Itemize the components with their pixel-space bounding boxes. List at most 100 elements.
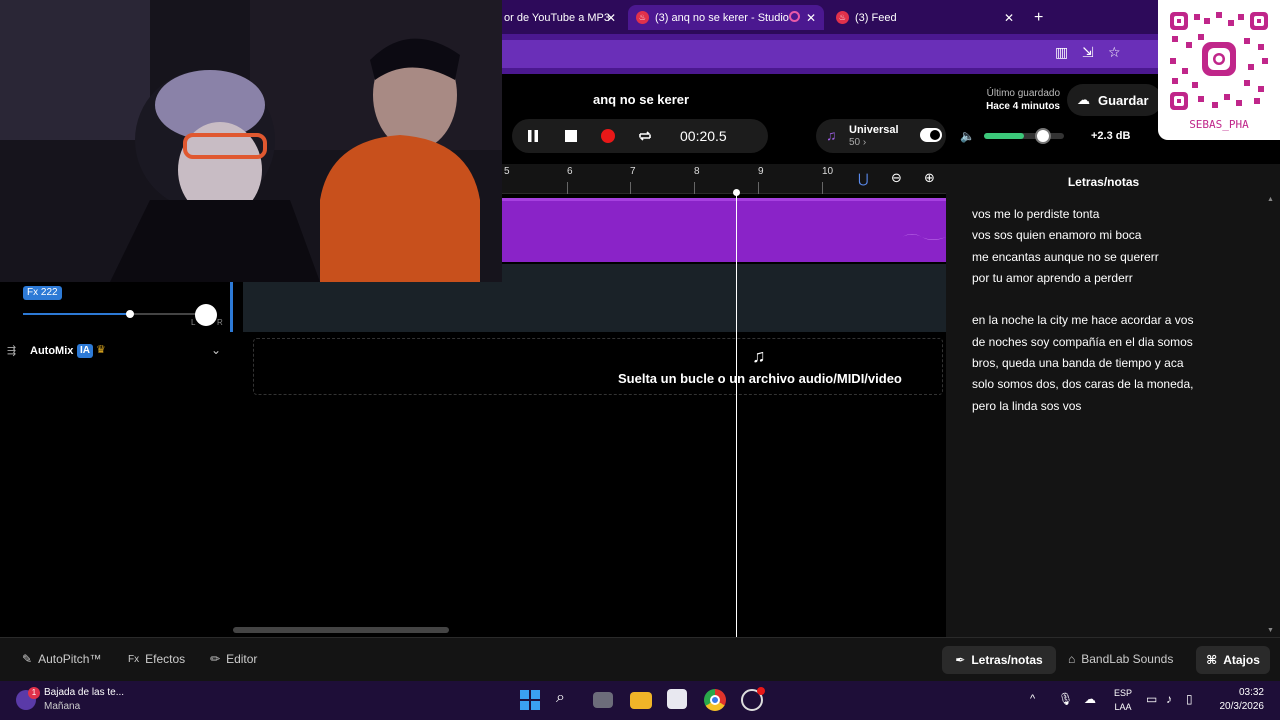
horizontal-scrollbar[interactable] [233,627,449,633]
tab-label: or de YouTube a MP3 [504,11,611,24]
effects-label: Efectos [145,652,186,666]
bookmark-star-icon[interactable]: ☆ [1108,44,1121,61]
install-app-icon[interactable]: ⇲ [1082,44,1094,61]
ruler-line [567,182,568,194]
windows-start-icon[interactable] [519,689,541,711]
recording-indicator-icon [789,11,800,22]
ruler-tick: 7 [630,166,636,177]
bandlab-sounds-button[interactable]: ⌂ BandLab Sounds [1068,652,1173,666]
lyrics-notes-label: Letras/notas [971,653,1043,667]
sliders-icon: ⇶ [7,345,17,357]
last-saved-label: Último guardado [986,88,1060,99]
weather-title: Bajada de las te... [44,687,125,698]
editor-button[interactable]: ✏ Editor [210,652,257,666]
tab-youtube-mp3[interactable]: or de YouTube a MP3 ✕ [496,5,624,30]
loop-button[interactable] [636,127,654,145]
weather-icon: 1 [16,687,40,710]
playhead[interactable] [736,192,737,637]
task-view-icon[interactable] [593,692,613,708]
autopitch-icon: ✎ [22,652,33,666]
track-volume-handle[interactable] [126,310,134,318]
url-field[interactable] [502,40,1262,68]
close-tab-icon[interactable]: ✕ [606,11,616,25]
shortcuts-button[interactable]: ⌘ Atajos [1196,646,1270,674]
lyric-line: vos me lo perdiste tonta [972,207,1100,221]
chrome-icon[interactable] [704,689,726,711]
pause-button[interactable] [524,127,542,145]
lyrics-editor[interactable]: vos me lo perdiste tonta vos sos quien e… [972,204,1242,417]
ruler-tick: 8 [694,166,700,177]
webcam-feed [0,0,502,282]
audio-clip[interactable] [502,198,946,262]
volume-icon[interactable]: ♪ [1166,692,1172,706]
tab-feed[interactable]: ♨ (3) Feed ✕ [828,5,1022,30]
reader-mode-icon[interactable]: ▥ [1055,44,1068,61]
clock[interactable]: 03:32 20/3/2026 [1220,686,1265,714]
universal-tempo-button[interactable]: ♫ Universal 50 › [816,119,946,153]
track-volume-slider[interactable] [130,313,200,315]
ruler-line [758,182,759,194]
stop-button[interactable] [562,127,580,145]
tab-studio[interactable]: ♨ (3) anq no se kerer - Studio ✕ [628,5,824,30]
snap-magnet-icon[interactable]: ⋃ [858,171,869,187]
zoom-out-icon[interactable]: ⊖ [891,170,902,186]
scroll-up-icon[interactable]: ▲ [1267,196,1274,203]
editor-label: Editor [226,652,258,666]
add-music-icon: ♫ [752,346,766,366]
record-button[interactable] [599,127,617,145]
language-indicator[interactable]: ESP LAA [1114,686,1132,714]
scroll-down-icon[interactable]: ▼ [1267,627,1274,634]
close-tab-icon[interactable]: ✕ [806,11,816,25]
save-button[interactable]: ☁ Guardar [1067,84,1162,116]
autopitch-button[interactable]: ✎ AutoPitch™ [22,652,101,666]
battery-icon[interactable]: ▯ [1186,692,1193,706]
lyrics-scrollbar[interactable]: ▲ ▼ [1266,196,1274,634]
effects-button[interactable]: Fx Efectos [128,652,185,666]
chevron-up-icon[interactable]: ^ [1030,693,1035,705]
crown-icon: ♛ [96,344,106,356]
network-icon[interactable]: ▭ [1146,692,1157,706]
universal-toggle[interactable] [920,128,942,142]
fx-badge[interactable]: Fx 222 [23,286,62,300]
ruler-tick: 10 [822,166,834,177]
pan-knob[interactable] [195,304,217,326]
search-icon[interactable]: ⌕ [556,689,578,711]
new-tab-button[interactable]: + [1026,5,1050,30]
clock-date: 20/3/2026 [1219,701,1265,712]
zoom-in-icon[interactable]: ⊕ [924,170,935,186]
universal-label: Universal [849,124,899,136]
volume-knob[interactable] [1035,128,1051,144]
loop-icon [639,131,651,141]
track-selected-indicator [230,282,233,332]
fx-icon: Fx [128,653,140,665]
app-icon[interactable] [741,687,765,711]
project-title[interactable]: anq no se kerer [593,92,689,107]
automix-row[interactable]: ⇶ AutoMix IA ♛ ⌄ [0,340,233,364]
clock-time: 03:32 [1238,687,1264,698]
lyric-line: de noches soy compañía en el dia somos [972,334,1193,349]
track-volume-fill [23,313,130,315]
playhead-handle[interactable] [733,189,740,196]
drop-zone-text: Suelta un bucle o un archivo audio/MIDI/… [618,371,902,386]
microphone-icon[interactable]: 🎙 [1058,692,1073,706]
store-icon[interactable] [667,689,687,709]
onedrive-icon[interactable]: ☁ [1084,692,1096,706]
autopitch-label: AutoPitch™ [38,652,102,666]
pencil-icon: ✏ [210,652,221,666]
lyrics-title: Letras/notas [1067,175,1140,189]
qr-caption: SEBAS_PHA [1189,118,1249,131]
qr-code [1170,12,1268,110]
ruler-tick: 5 [504,166,510,177]
file-explorer-icon[interactable] [630,692,652,709]
webcam-overlay [0,0,502,282]
lyrics-notes-button[interactable]: ✒ Letras/notas [942,646,1056,674]
drop-zone[interactable] [253,338,943,395]
cloud-upload-icon: ☁ [1077,92,1090,107]
chevron-down-icon[interactable]: ⌄ [211,343,221,357]
weather-widget[interactable]: 1 Bajada de las te... Mañana [16,686,124,714]
close-tab-icon[interactable]: ✕ [1004,11,1014,25]
speaker-icon[interactable]: 🔈 [960,129,975,143]
timeline-ruler[interactable]: 5 6 7 8 9 10 ⋃ ⊖ ⊕ [502,164,946,194]
volume-db: +2.3 dB [1091,130,1131,142]
pan-right-label: R [217,318,223,327]
